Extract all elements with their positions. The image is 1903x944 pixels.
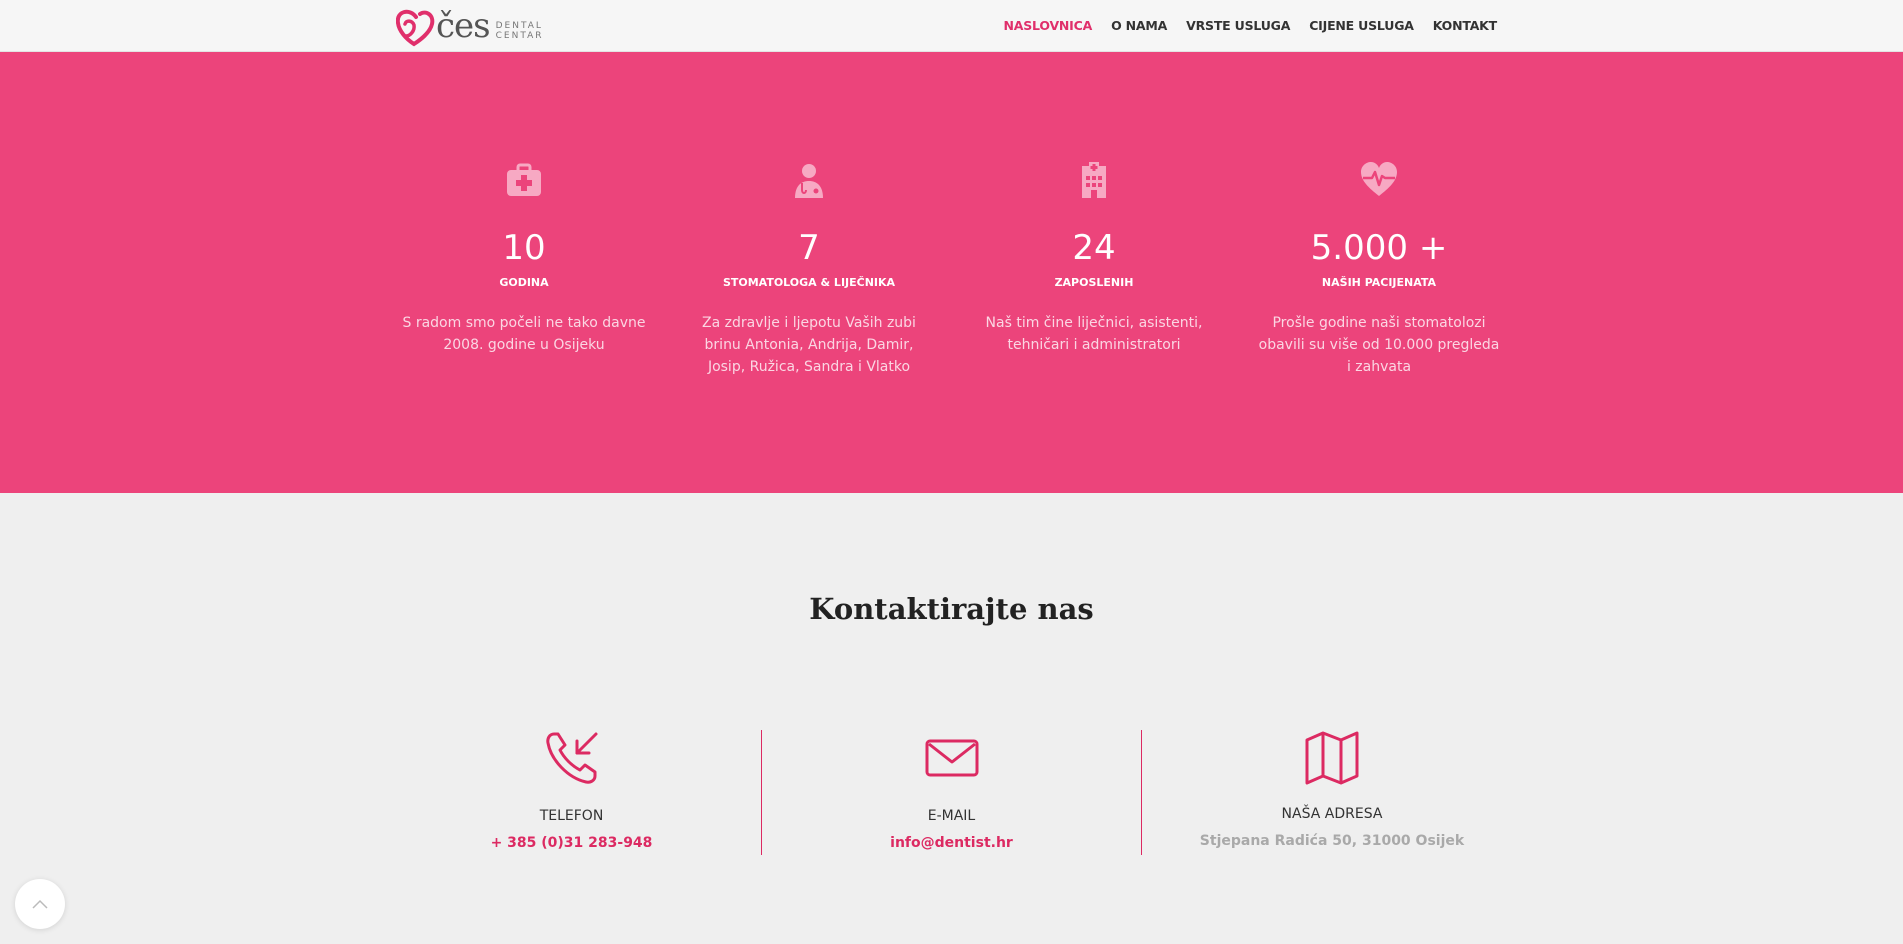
nav-item-o-nama[interactable]: O NAMA xyxy=(1111,18,1167,33)
stat-description: Za zdravlje i ljepotu Vaših zubi brinu A… xyxy=(702,315,916,375)
logo-subtitle-line2: CENTAR xyxy=(495,31,544,41)
nav-item-naslovnica[interactable]: NASLOVNICA xyxy=(1004,18,1093,33)
contact-address: NAŠA ADRESA Stjepana Radića 50, 31000 Os… xyxy=(1142,730,1522,855)
stat-label: STOMATOLOGA & LIJEČNIKA xyxy=(722,276,896,289)
site-header: čes DENTAL CENTAR NASLOVNICA O NAMA VRST… xyxy=(0,0,1903,52)
phone-link[interactable]: + 385 (0)31 283-948 xyxy=(382,835,761,851)
map-icon xyxy=(1305,731,1359,785)
hospital-icon xyxy=(1082,162,1106,198)
contact-title: Kontaktirajte nas xyxy=(809,592,1094,626)
logo-wordmark: čes xyxy=(436,6,491,46)
medical-kit-icon xyxy=(507,163,541,196)
envelope-icon xyxy=(925,739,978,777)
contact-email: E-MAIL info@dentist.hr xyxy=(762,730,1142,855)
logo-subtitle-line1: DENTAL xyxy=(495,21,543,31)
stat-label: GODINA xyxy=(499,276,549,289)
stat-number: 5.000 + xyxy=(1310,228,1448,268)
nav-item-kontakt[interactable]: KONTAKT xyxy=(1433,18,1497,33)
stat-label: ZAPOSLENIH xyxy=(1054,276,1134,289)
stat-number: 24 xyxy=(1072,228,1116,268)
stat-description: S radom smo počeli ne tako davne 2008. g… xyxy=(402,315,646,353)
stat-description: Naš tim čine liječnici, asistenti, tehni… xyxy=(985,315,1203,353)
contact-label: TELEFON xyxy=(539,808,604,824)
stat-number: 10 xyxy=(502,228,546,268)
tooth-heart-logo-icon xyxy=(396,9,435,47)
stat-description: Prošle godine naši stomatolozi obavili s… xyxy=(1258,315,1500,375)
nav-item-cijene-usluga[interactable]: CIJENE USLUGA xyxy=(1309,18,1414,33)
chevron-up-icon xyxy=(32,899,48,909)
back-to-top-button[interactable] xyxy=(15,879,65,929)
contact-phone: TELEFON + 385 (0)31 283-948 xyxy=(382,730,762,855)
nav-item-vrste-usluga[interactable]: VRSTE USLUGA xyxy=(1186,18,1290,33)
contact-label: E-MAIL xyxy=(927,808,976,824)
main-nav: NASLOVNICA O NAMA VRSTE USLUGA CIJENE US… xyxy=(985,18,1498,33)
email-link[interactable]: info@dentist.hr xyxy=(762,835,1141,851)
logo-subtitle: DENTAL CENTAR xyxy=(496,21,544,41)
site-logo[interactable]: čes DENTAL CENTAR xyxy=(396,9,544,47)
phone-incoming-icon xyxy=(545,732,597,784)
address-text: Stjepana Radića 50, 31000 Osijek xyxy=(1199,833,1465,849)
heartbeat-icon xyxy=(1361,162,1397,196)
stat-number: 7 xyxy=(798,228,820,268)
stat-label: NAŠIH PACIJENATA xyxy=(1321,276,1437,289)
doctor-icon xyxy=(795,164,823,198)
contact-label: NAŠA ADRESA xyxy=(1281,806,1383,822)
stats-section: 10 GODINA S radom smo počeli ne tako dav… xyxy=(0,52,1903,493)
